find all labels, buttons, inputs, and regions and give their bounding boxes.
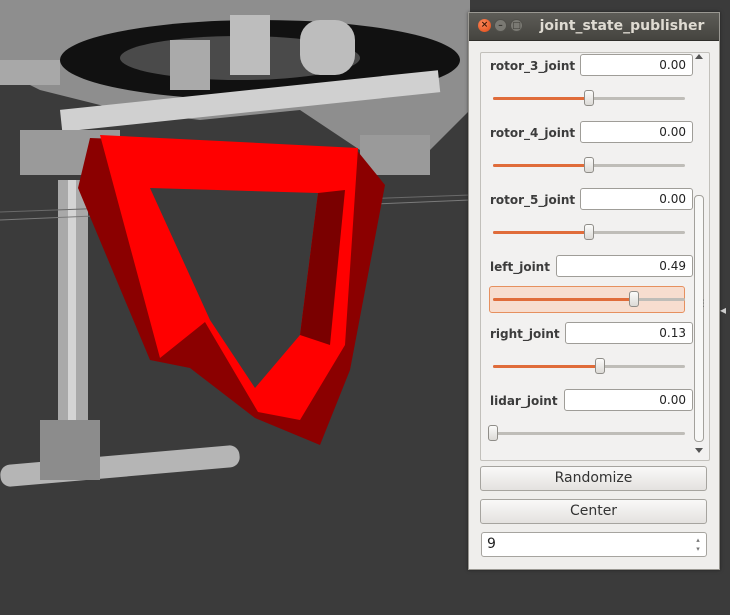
panel-edge-arrow-icon[interactable]: ◂ <box>720 300 730 320</box>
joint-label: lidar_joint <box>490 394 558 408</box>
scroll-down-arrow-icon[interactable] <box>695 448 703 453</box>
joint-label: rotor_4_joint <box>490 126 576 140</box>
maximize-icon[interactable]: □ <box>510 19 523 32</box>
close-icon[interactable]: × <box>478 19 491 32</box>
slider-handle[interactable] <box>584 157 594 173</box>
joint-value-field[interactable]: 0.13 <box>565 322 693 344</box>
joint-label: rotor_5_joint <box>490 193 576 207</box>
joint-slider[interactable] <box>493 291 685 307</box>
slider-handle[interactable] <box>594 358 605 374</box>
minimize-icon[interactable]: – <box>494 19 507 32</box>
slider-handle[interactable] <box>584 224 594 240</box>
joint-slider[interactable] <box>493 157 685 173</box>
spinbox-value[interactable]: 9 <box>487 533 496 556</box>
joint-state-publisher-window: × – □ joint_state_publisher rotor_3_join… <box>468 12 720 570</box>
window-titlebar[interactable]: × – □ joint_state_publisher <box>469 13 719 41</box>
joint-label: rotor_3_joint <box>490 59 576 73</box>
joint-label: left_joint <box>490 260 550 274</box>
joint-slider[interactable] <box>493 224 685 240</box>
joint-value-field[interactable]: 0.49 <box>556 255 693 277</box>
slider-handle[interactable] <box>629 291 640 307</box>
joint-value-field[interactable]: 0.00 <box>580 121 693 143</box>
slider-fill <box>493 164 589 167</box>
joint-slider-list[interactable]: rotor_3_joint 0.00 rotor_4_joint 0.00 ro… <box>480 52 710 461</box>
slider-fill <box>493 298 635 301</box>
window-title: joint_state_publisher <box>539 18 705 34</box>
randomize-button[interactable]: Randomize <box>480 466 707 491</box>
joint-slider[interactable] <box>493 358 685 374</box>
slider-fill <box>493 231 589 234</box>
joint-label: right_joint <box>490 327 560 341</box>
joint-slider[interactable] <box>488 425 685 441</box>
slider-fill <box>493 97 589 100</box>
scroll-up-arrow-icon[interactable] <box>695 54 703 59</box>
joint-row-left: left_joint 0.49 <box>481 254 693 316</box>
joint-row-rotor-5: rotor_5_joint 0.00 <box>481 187 693 249</box>
joint-value-field[interactable]: 0.00 <box>580 188 693 210</box>
center-button[interactable]: Center <box>480 499 707 524</box>
spin-down-icon[interactable]: ▾ <box>693 545 703 554</box>
slider-fill <box>493 365 600 368</box>
row-count-spinbox[interactable]: 9 ▴ ▾ <box>481 532 707 557</box>
joint-row-rotor-4: rotor_4_joint 0.00 <box>481 120 693 182</box>
joint-value-field[interactable]: 0.00 <box>580 54 693 76</box>
joint-row-rotor-3: rotor_3_joint 0.00 <box>481 53 693 115</box>
joint-row-right: right_joint 0.13 <box>481 321 693 383</box>
joint-row-lidar: lidar_joint 0.00 <box>481 388 693 450</box>
spinbox-arrows[interactable]: ▴ ▾ <box>693 536 703 554</box>
slider-handle[interactable] <box>488 425 498 441</box>
splitter-grip-icon[interactable]: ⋮ <box>699 300 708 324</box>
vertical-scrollbar[interactable] <box>692 52 706 456</box>
spin-up-icon[interactable]: ▴ <box>693 536 703 545</box>
joint-slider[interactable] <box>493 90 685 106</box>
slider-handle[interactable] <box>584 90 594 106</box>
joint-value-field[interactable]: 0.00 <box>564 389 693 411</box>
